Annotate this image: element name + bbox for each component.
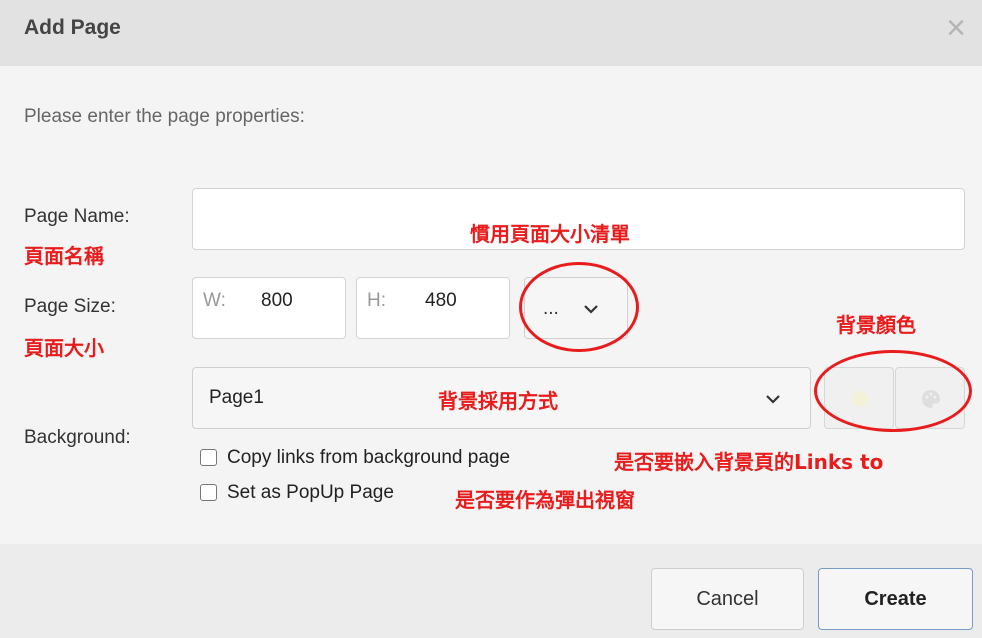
height-field[interactable]: H: 480 <box>356 277 510 339</box>
page-size-label: Page Size: <box>24 296 116 317</box>
copy-links-label[interactable]: Copy links from background page <box>227 447 510 469</box>
dialog-title: Add Page <box>24 16 121 39</box>
annotation-ellipse-color <box>814 350 972 432</box>
width-prefix: W: <box>203 290 226 311</box>
page-name-label: Page Name: <box>24 206 130 227</box>
chevron-down-icon <box>766 395 780 404</box>
background-selected-value: Page1 <box>209 387 264 408</box>
page-name-annotation: 頁面名稱 <box>24 244 104 268</box>
dialog-header: Add Page × <box>0 0 982 66</box>
copy-links-annotation: 是否要嵌入背景頁的Links to <box>614 450 884 474</box>
page-size-list-annotation: 慣用頁面大小清單 <box>470 222 630 246</box>
annotation-ellipse-preset <box>519 262 639 352</box>
background-mode-annotation: 背景採用方式 <box>438 389 558 413</box>
background-color-annotation: 背景顏色 <box>836 313 916 337</box>
page-size-annotation: 頁面大小 <box>24 336 104 360</box>
width-value: 800 <box>261 290 293 311</box>
height-value: 480 <box>425 290 457 311</box>
create-button[interactable]: Create <box>818 568 973 630</box>
height-prefix: H: <box>367 290 386 311</box>
copy-links-checkbox[interactable] <box>200 449 217 466</box>
width-field[interactable]: W: 800 <box>192 277 346 339</box>
popup-label[interactable]: Set as PopUp Page <box>227 482 394 504</box>
background-label: Background: <box>24 427 131 448</box>
close-icon[interactable]: × <box>946 8 966 48</box>
popup-checkbox[interactable] <box>200 484 217 501</box>
popup-annotation: 是否要作為彈出視窗 <box>455 488 635 512</box>
cancel-button[interactable]: Cancel <box>651 568 804 630</box>
intro-text: Please enter the page properties: <box>24 106 305 127</box>
